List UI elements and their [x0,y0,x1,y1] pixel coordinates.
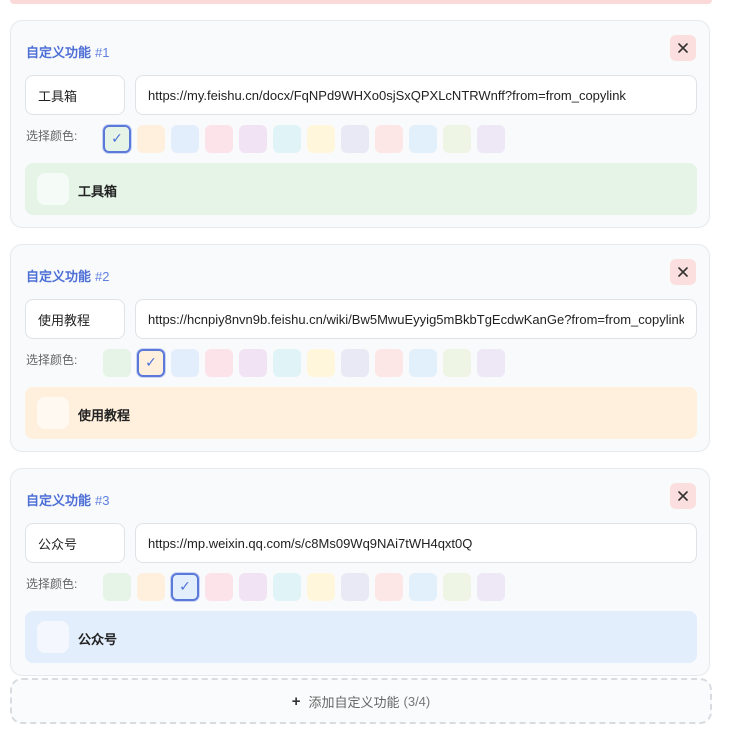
close-icon [678,43,688,53]
check-icon: ✓ [179,579,191,595]
color-label: 选择颜色: [26,353,78,367]
custom-function-card-2: 自定义功能#2 选择颜色: ✓ 使用教程 [10,244,710,452]
color-swatch[interactable] [477,573,505,601]
color-swatch[interactable] [137,573,165,601]
color-swatch[interactable] [307,573,335,601]
add-button-label: 添加自定义功能 [308,694,400,710]
color-swatch[interactable] [205,349,233,377]
name-input[interactable] [25,523,125,563]
close-icon [678,491,688,501]
preview-icon [37,397,69,429]
color-swatch[interactable] [375,125,403,153]
color-swatch[interactable] [171,125,199,153]
color-swatch[interactable] [205,125,233,153]
color-swatch[interactable] [443,125,471,153]
delete-button[interactable] [670,259,696,285]
add-custom-function-button[interactable]: + 添加自定义功能 (3/4) [10,678,712,724]
name-input[interactable] [25,299,125,339]
color-swatch[interactable] [307,349,335,377]
color-swatch[interactable] [103,349,131,377]
color-label: 选择颜色: [26,129,78,143]
color-label: 选择颜色: [26,577,78,591]
color-swatch[interactable] [375,573,403,601]
check-icon: ✓ [145,355,157,371]
name-input[interactable] [25,75,125,115]
card-title: 自定义功能 #2 [26,269,110,284]
color-swatch[interactable]: ✓ [171,573,199,601]
url-input[interactable] [135,523,697,563]
color-swatch[interactable] [409,573,437,601]
delete-button[interactable] [670,483,696,509]
color-swatch[interactable] [409,349,437,377]
color-swatch[interactable] [239,573,267,601]
card-title: 自定义功能 #1 [26,45,110,60]
close-icon [678,267,688,277]
url-input[interactable] [135,75,697,115]
color-swatch[interactable] [341,125,369,153]
url-input[interactable] [135,299,697,339]
color-swatch[interactable] [477,125,505,153]
preview-label: 工具箱 [78,184,118,199]
color-swatch[interactable] [375,349,403,377]
previous-card-edge [10,0,712,4]
color-swatch[interactable] [341,573,369,601]
color-swatch[interactable] [341,349,369,377]
color-swatch[interactable] [239,125,267,153]
preview-box: 使用教程 [25,387,697,439]
preview-label: 公众号 [78,632,118,647]
color-swatch[interactable] [171,349,199,377]
color-swatch[interactable] [103,573,131,601]
color-swatch[interactable] [409,125,437,153]
color-swatch[interactable] [443,573,471,601]
color-swatch[interactable]: ✓ [103,125,131,153]
custom-function-card-3: 自定义功能#3 选择颜色: ✓ 公众号 [10,468,710,676]
color-swatch[interactable] [137,125,165,153]
color-swatch[interactable] [239,349,267,377]
preview-box: 公众号 [25,611,697,663]
delete-button[interactable] [670,35,696,61]
color-swatch[interactable] [443,349,471,377]
card-title: 自定义功能 #3 [26,493,110,508]
color-swatch[interactable] [273,125,301,153]
preview-icon [37,173,69,205]
custom-function-card-1: 自定义功能#1 选择颜色: ✓ 工具箱 [10,20,710,228]
preview-box: 工具箱 [25,163,697,215]
color-swatch[interactable] [307,125,335,153]
plus-icon: + [291,692,301,710]
color-swatch[interactable] [273,349,301,377]
color-swatch[interactable] [205,573,233,601]
add-button-count: (3/4) [403,693,431,709]
preview-icon [37,621,69,653]
check-icon: ✓ [111,131,123,147]
color-swatch[interactable]: ✓ [137,349,165,377]
color-swatch[interactable] [273,573,301,601]
preview-label: 使用教程 [78,408,131,423]
color-swatch[interactable] [477,349,505,377]
